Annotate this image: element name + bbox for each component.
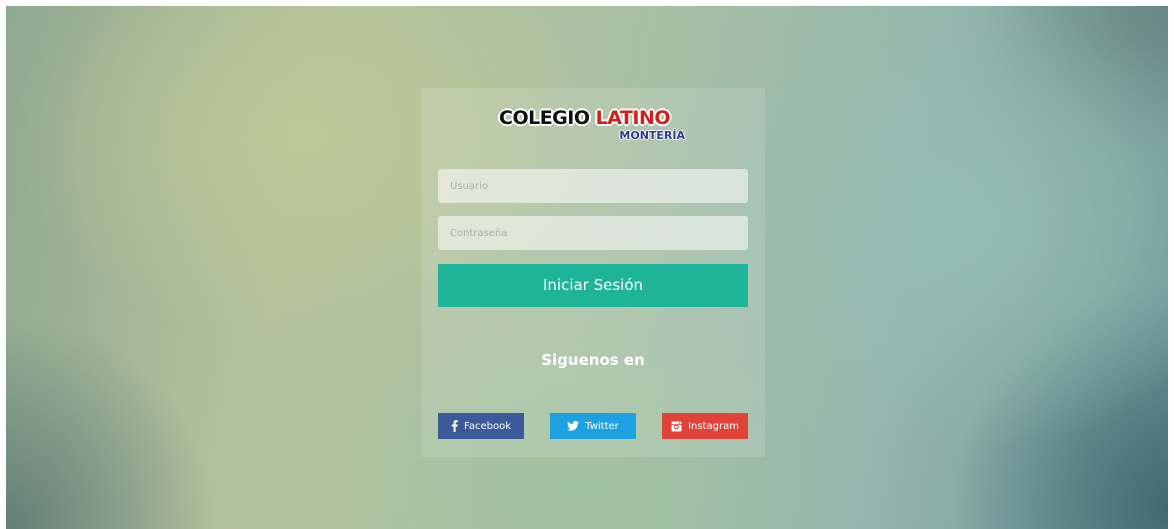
login-button[interactable]: Iniciar Sesión [438,264,748,307]
background: COLEGIO LATINO MONTERÍA Iniciar Sesión S… [6,6,1168,529]
instagram-label: Instagram [688,420,739,432]
username-input[interactable] [438,169,748,203]
password-input[interactable] [438,216,748,250]
follow-us-heading: Siguenos en [541,351,645,369]
logo-word-latino: LATINO [595,107,671,129]
facebook-icon [451,420,458,432]
twitter-label: Twitter [585,420,619,432]
instagram-button[interactable]: Instagram [662,413,748,439]
logo-subtitle: MONTERÍA [619,129,685,142]
login-card: COLEGIO LATINO MONTERÍA Iniciar Sesión S… [421,88,765,457]
instagram-icon [671,421,682,432]
logo-title: COLEGIO LATINO [499,107,671,129]
facebook-label: Facebook [464,420,511,432]
school-logo: COLEGIO LATINO MONTERÍA [499,107,689,149]
twitter-icon [567,421,580,431]
twitter-button[interactable]: Twitter [550,413,636,439]
facebook-button[interactable]: Facebook [438,413,524,439]
logo-word-colegio: COLEGIO [499,107,590,129]
